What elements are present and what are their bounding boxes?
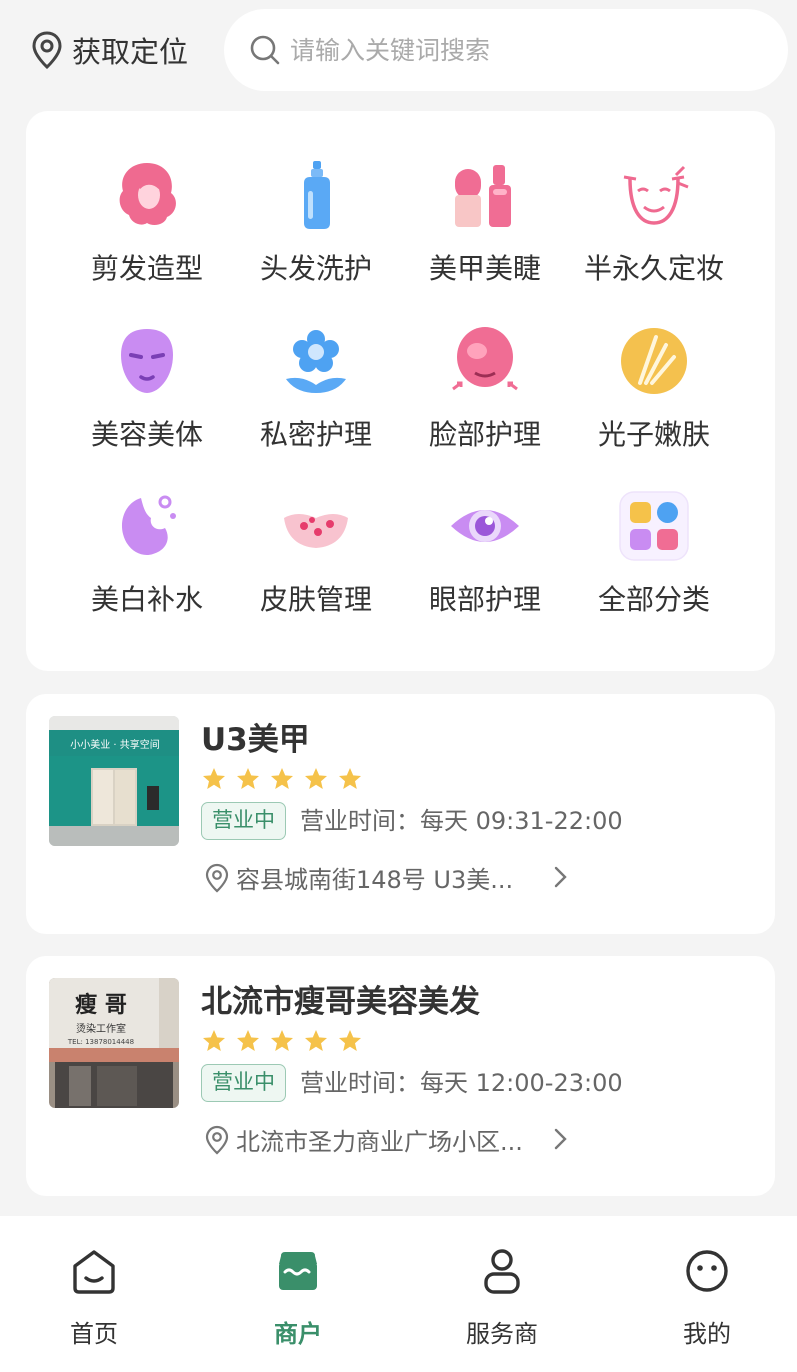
- top-bar: 获取定位: [0, 0, 797, 100]
- category-photo-rejuvenation[interactable]: 光子嫩肤: [569, 323, 739, 473]
- whitening-hydration-icon: [121, 495, 176, 556]
- status-badge: 营业中: [201, 802, 286, 840]
- hair-styling-icon: [119, 163, 176, 225]
- category-label: 脸部护理: [428, 418, 541, 451]
- flower-icon: [286, 330, 346, 393]
- category-eye-care[interactable]: 眼部护理: [400, 488, 570, 638]
- category-label: 头发洗护: [259, 252, 372, 285]
- category-grid: 剪发造型 头发洗护 美甲美睫 半永久定妆 美容美体 私密护理 脸部护理 光子嫩肤…: [26, 111, 775, 671]
- category-private-care[interactable]: 私密护理: [231, 323, 401, 473]
- shop-card[interactable]: 小小美业 · 共享空间 U3美甲 营业中 营业时间：每天 09:31-22:00…: [26, 694, 775, 934]
- shop-address[interactable]: 北流市圣力商业广场小区...: [204, 1122, 523, 1157]
- category-hair-styling[interactable]: 剪发造型: [62, 157, 232, 307]
- bottom-tab-bar: 首页 商户 服务商 我的: [0, 1216, 797, 1372]
- category-beauty-body[interactable]: 美容美体: [62, 323, 232, 473]
- category-whitening[interactable]: 美白补水: [62, 488, 232, 638]
- chevron-right-icon[interactable]: [550, 864, 570, 890]
- rating-stars: [201, 766, 363, 792]
- star-icon: [237, 1030, 259, 1051]
- skin-care-icon: [284, 514, 348, 548]
- chevron-right-icon[interactable]: [550, 1126, 570, 1152]
- category-label: 眼部护理: [428, 583, 541, 616]
- star-icon: [339, 768, 361, 789]
- star-icon: [203, 1030, 225, 1051]
- shop-card[interactable]: 瘦 哥 烫染工作室 TEL: 13878014448 北流市瘦哥美容美发 营业中…: [26, 956, 775, 1196]
- shop-thumbnail: 小小美业 · 共享空间: [49, 716, 179, 846]
- star-icon: [237, 768, 259, 789]
- location-pin-icon: [32, 31, 62, 70]
- category-label: 半永久定妆: [583, 252, 724, 285]
- category-hair-care[interactable]: 头发洗护: [231, 157, 401, 307]
- category-label: 皮肤管理: [259, 583, 372, 616]
- star-icon: [203, 768, 225, 789]
- face-makeup-icon: [623, 165, 689, 225]
- search-input[interactable]: [290, 35, 750, 65]
- tab-label: 首页: [70, 1320, 118, 1348]
- shampoo-bottle-icon: [304, 161, 330, 229]
- rating-stars: [201, 1028, 363, 1054]
- shop-sign-tel: TEL: 13878014448: [67, 1038, 134, 1046]
- light-rejuvenation-icon: [621, 328, 687, 394]
- category-label: 美白补水: [90, 583, 203, 616]
- tab-merchants[interactable]: 商户: [228, 1246, 368, 1366]
- shop-name: U3美甲: [201, 722, 310, 758]
- shop-sign-subtext: 烫染工作室: [76, 1022, 126, 1035]
- tab-label: 商户: [274, 1320, 322, 1348]
- address-text: 容县城南街148号 U3美...: [236, 866, 514, 894]
- star-icon: [271, 768, 293, 789]
- shop-sign-text: 瘦 哥: [75, 992, 127, 1018]
- smiley-icon: [686, 1250, 728, 1292]
- home-icon: [73, 1250, 115, 1294]
- shop-sign-text: 小小美业 · 共享空间: [70, 738, 160, 751]
- category-label: 剪发造型: [90, 252, 203, 285]
- address-text: 北流市圣力商业广场小区...: [236, 1128, 523, 1156]
- category-label: 美甲美睫: [428, 252, 541, 285]
- category-label: 美容美体: [90, 418, 203, 451]
- location-pin-icon: [205, 863, 229, 892]
- category-label: 全部分类: [597, 583, 710, 616]
- category-label: 光子嫩肤: [597, 418, 710, 451]
- category-semi-permanent-makeup[interactable]: 半永久定妆: [569, 157, 739, 307]
- location-pin-icon: [205, 1125, 229, 1154]
- star-icon: [271, 1030, 293, 1051]
- star-icon: [305, 768, 327, 789]
- star-icon: [339, 1030, 361, 1051]
- status-badge: 营业中: [201, 1064, 286, 1102]
- tab-label: 服务商: [466, 1320, 538, 1348]
- face-mask-icon: [121, 329, 173, 393]
- person-icon: [484, 1249, 520, 1294]
- category-all[interactable]: 全部分类: [569, 488, 739, 638]
- tab-mine[interactable]: 我的: [637, 1246, 777, 1366]
- face-care-icon: [452, 327, 518, 391]
- business-hours: 营业时间：每天 12:00-23:00: [300, 1069, 623, 1097]
- category-face-care[interactable]: 脸部护理: [400, 323, 570, 473]
- shop-thumbnail: 瘦 哥 烫染工作室 TEL: 13878014448: [49, 978, 179, 1108]
- eye-icon: [451, 510, 519, 542]
- business-hours: 营业时间：每天 09:31-22:00: [300, 807, 623, 835]
- nail-polish-icon: [455, 165, 511, 227]
- category-label: 私密护理: [259, 418, 372, 451]
- category-skin-management[interactable]: 皮肤管理: [231, 488, 401, 638]
- star-icon: [305, 1030, 327, 1051]
- tab-label: 我的: [683, 1320, 731, 1348]
- get-location-button[interactable]: 获取定位: [30, 28, 188, 72]
- all-categories-icon: [619, 491, 689, 561]
- shop-name: 北流市瘦哥美容美发: [201, 984, 480, 1020]
- search-icon: [250, 35, 280, 65]
- search-bar[interactable]: [224, 9, 788, 91]
- tab-service-providers[interactable]: 服务商: [432, 1246, 572, 1366]
- shop-address[interactable]: 容县城南街148号 U3美...: [204, 860, 513, 895]
- store-icon: [279, 1252, 317, 1290]
- location-label: 获取定位: [72, 35, 189, 69]
- category-nail-lash[interactable]: 美甲美睫: [400, 157, 570, 307]
- tab-home[interactable]: 首页: [24, 1246, 164, 1366]
